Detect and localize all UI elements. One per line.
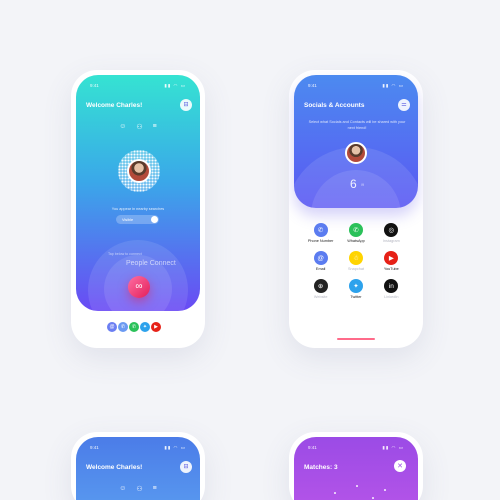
page-title: Matches: 3 bbox=[304, 464, 338, 471]
signal-icon: ▮▮ ◠ ▭ bbox=[164, 445, 186, 450]
page-title: Socials & Accounts bbox=[304, 102, 365, 109]
connect-label: People Connect bbox=[126, 260, 176, 267]
link-icon: ∞ bbox=[135, 281, 143, 292]
welcome-screen: 9:41 ▮▮ ◠ ▭ Welcome Charles! ⊟ ☺ ⚇ ≡ You… bbox=[76, 75, 200, 311]
status-time: 9:41 bbox=[308, 83, 317, 88]
selected-count-unit: /9 bbox=[361, 183, 364, 187]
avatar bbox=[127, 159, 151, 183]
whatsapp-icon: ✆ bbox=[348, 223, 363, 237]
visible-toggle[interactable]: Visible bbox=[116, 215, 159, 224]
youtube-icon[interactable]: ▶ bbox=[151, 322, 161, 332]
account-item[interactable]: @ Email bbox=[303, 251, 338, 271]
account-item[interactable]: ▶ YouTube bbox=[374, 251, 409, 271]
page-title: Welcome Charles! bbox=[86, 102, 143, 109]
matches-screen: 9:41 ▮▮ ◠ ▭ Matches: 3 ✕ bbox=[294, 437, 418, 500]
status-time: 9:41 bbox=[308, 445, 317, 450]
sparkle bbox=[356, 485, 358, 487]
account-item[interactable]: ✆ WhatsApp bbox=[338, 223, 373, 243]
instagram-icon: ◎ bbox=[384, 223, 399, 237]
whatsapp-icon[interactable]: ✆ bbox=[129, 322, 139, 332]
account-label: LinkedIn bbox=[384, 295, 399, 299]
close-icon[interactable]: ✕ bbox=[394, 460, 406, 472]
account-label: Instagram bbox=[382, 239, 400, 243]
settings-button[interactable]: ⚌ bbox=[398, 99, 410, 111]
account-item[interactable]: ☃ Snapchat bbox=[338, 251, 373, 271]
phone-welcome: 9:41 ▮▮ ◠ ▭ Welcome Charles! ⊟ ☺ ⚇ ≡ You… bbox=[71, 70, 205, 348]
status-time: 9:41 bbox=[90, 445, 99, 450]
home-indicator bbox=[337, 338, 375, 340]
account-item[interactable]: ✆ Phone Number bbox=[303, 223, 338, 243]
sparkle bbox=[334, 492, 336, 494]
sliders-icon: ⚌ bbox=[401, 102, 407, 108]
toggle-knob bbox=[151, 216, 158, 223]
accounts-grid: ✆ Phone Number ✆ WhatsApp ◎ Instagram @ Email ☃ S… bbox=[303, 223, 409, 299]
snapchat-icon: ☃ bbox=[348, 251, 363, 265]
status-bar: 9:41 ▮▮ ◠ ▭ bbox=[294, 437, 418, 453]
account-label: Twitter bbox=[350, 295, 362, 299]
phone-socials: 9:41 ▮▮ ◠ ▭ Socials & Accounts ⚌ Select … bbox=[289, 70, 423, 348]
status-bar: 9:41 ▮▮ ◠ ▭ bbox=[294, 75, 418, 91]
connect-button[interactable]: ∞ bbox=[128, 276, 150, 298]
linkedin-icon: in bbox=[384, 279, 399, 293]
top-tabs: ☺ ⚇ ≡ bbox=[76, 123, 200, 131]
phone-icon[interactable]: ✆ bbox=[118, 322, 128, 332]
social-dock: @ ✆ ✆ ✦ ▶ bbox=[107, 322, 161, 332]
status-bar: 9:41 ▮▮ ◠ ▭ bbox=[76, 437, 200, 453]
scan-icon: ⊟ bbox=[183, 102, 189, 108]
qr-scan-button[interactable]: ⊟ bbox=[180, 99, 192, 111]
qr-scan-button[interactable]: ⊟ bbox=[180, 461, 192, 473]
signal-icon: ▮▮ ◠ ▭ bbox=[382, 445, 404, 450]
account-item[interactable]: in LinkedIn bbox=[374, 279, 409, 299]
account-item[interactable]: ⊕ Website bbox=[303, 279, 338, 299]
welcome-screen-alt: 9:41 ▮▮ ◠ ▭ Welcome Charles! ⊟ ☺ ⚇ ≡ bbox=[76, 437, 200, 500]
page-title: Welcome Charles! bbox=[86, 464, 143, 471]
youtube-icon: ▶ bbox=[384, 251, 399, 265]
account-item[interactable]: ◎ Instagram bbox=[374, 223, 409, 243]
list-icon[interactable]: ≡ bbox=[153, 123, 157, 131]
globe-icon: ⊕ bbox=[313, 279, 328, 293]
selected-count: 6 bbox=[350, 177, 357, 191]
signal-icon: ▮▮ ◠ ▭ bbox=[382, 83, 404, 88]
toggle-label: Visible bbox=[122, 217, 134, 222]
signal-icon: ▮▮ ◠ ▭ bbox=[164, 83, 186, 88]
account-label: Website bbox=[313, 295, 328, 299]
account-label: Email bbox=[315, 267, 326, 271]
account-label: WhatsApp bbox=[347, 239, 365, 243]
phone-welcome-alt: 9:41 ▮▮ ◠ ▭ Welcome Charles! ⊟ ☺ ⚇ ≡ bbox=[71, 432, 205, 500]
sparkle bbox=[384, 489, 386, 491]
user-icon[interactable]: ☺ bbox=[119, 485, 126, 493]
scan-icon: ⊟ bbox=[183, 464, 189, 470]
twitter-icon[interactable]: ✦ bbox=[140, 322, 150, 332]
account-label: YouTube bbox=[383, 267, 399, 271]
list-icon[interactable]: ≡ bbox=[153, 485, 157, 493]
status-bar: 9:41 ▮▮ ◠ ▭ bbox=[76, 75, 200, 91]
status-time: 9:41 bbox=[90, 83, 99, 88]
people-icon[interactable]: ⚇ bbox=[136, 485, 142, 493]
phone-matches: 9:41 ▮▮ ◠ ▭ Matches: 3 ✕ bbox=[289, 432, 423, 500]
top-tabs: ☺ ⚇ ≡ bbox=[76, 485, 200, 493]
phone-icon: ✆ bbox=[313, 223, 328, 237]
email-icon: @ bbox=[313, 251, 328, 265]
connect-hint: Tap below to connect bbox=[108, 252, 142, 256]
account-label: Snapchat bbox=[347, 267, 365, 271]
account-label: Phone Number bbox=[307, 239, 334, 243]
account-item[interactable]: ✦ Twitter bbox=[338, 279, 373, 299]
sparkle bbox=[372, 497, 374, 499]
twitter-icon: ✦ bbox=[348, 279, 363, 293]
subtitle: Select what Socials and Contacts will be… bbox=[308, 120, 406, 130]
avatar bbox=[345, 142, 367, 164]
visibility-text: You appear in nearby searches bbox=[111, 207, 165, 211]
socials-header: 9:41 ▮▮ ◠ ▭ Socials & Accounts ⚌ Select … bbox=[294, 75, 418, 208]
people-icon[interactable]: ⚇ bbox=[136, 123, 142, 131]
email-icon[interactable]: @ bbox=[107, 322, 117, 332]
user-icon[interactable]: ☺ bbox=[119, 123, 126, 131]
